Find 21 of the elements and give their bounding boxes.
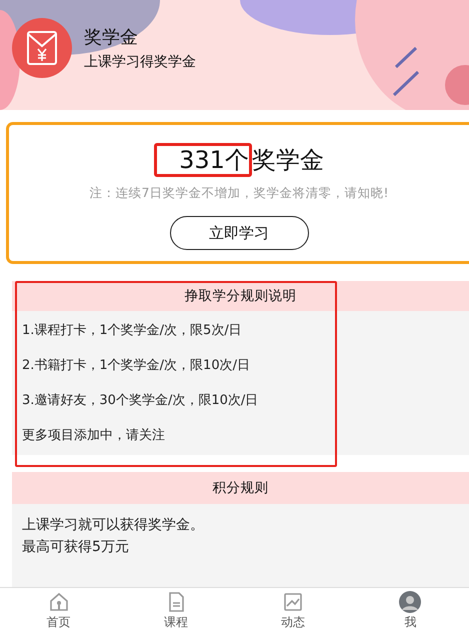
avatar-icon: [399, 591, 422, 613]
nav-tab[interactable]: 动态: [234, 588, 352, 634]
section-header: 挣取学分规则说明: [12, 281, 469, 311]
rule-text: 最高可获得5万元: [22, 538, 130, 557]
nav-tab[interactable]: 我: [352, 588, 469, 634]
section-header: 积分规则: [12, 472, 469, 504]
nav-tab[interactable]: 首页: [0, 588, 118, 634]
scholarship-unit: 奖学金: [252, 145, 324, 176]
rule-item: 3.邀请好友，30个奖学金/次，限10次/日: [21, 392, 260, 410]
rule-item: 2.书籍打卡，1个奖学金/次，限10次/日: [21, 357, 251, 375]
nav-tab[interactable]: 课程: [117, 588, 234, 634]
rule-item: 更多项目添加中，请关注: [21, 427, 166, 445]
scholarship-count: 331个: [154, 143, 252, 177]
rule-text: 上课学习就可以获得奖学金。: [22, 516, 205, 535]
chart-icon: [282, 591, 304, 613]
study-now-button[interactable]: 立即学习: [170, 216, 308, 250]
page-title: 奖学金: [84, 26, 139, 49]
home-icon: [48, 591, 70, 613]
rule-item: 1.课程打卡，1个奖学金/次，限5次/日: [21, 322, 243, 340]
notice-text: 注：连续7日奖学金不增加，奖学金将清零，请知晓!: [88, 185, 390, 202]
page-subtitle: 上课学习得奖学金: [84, 53, 196, 71]
